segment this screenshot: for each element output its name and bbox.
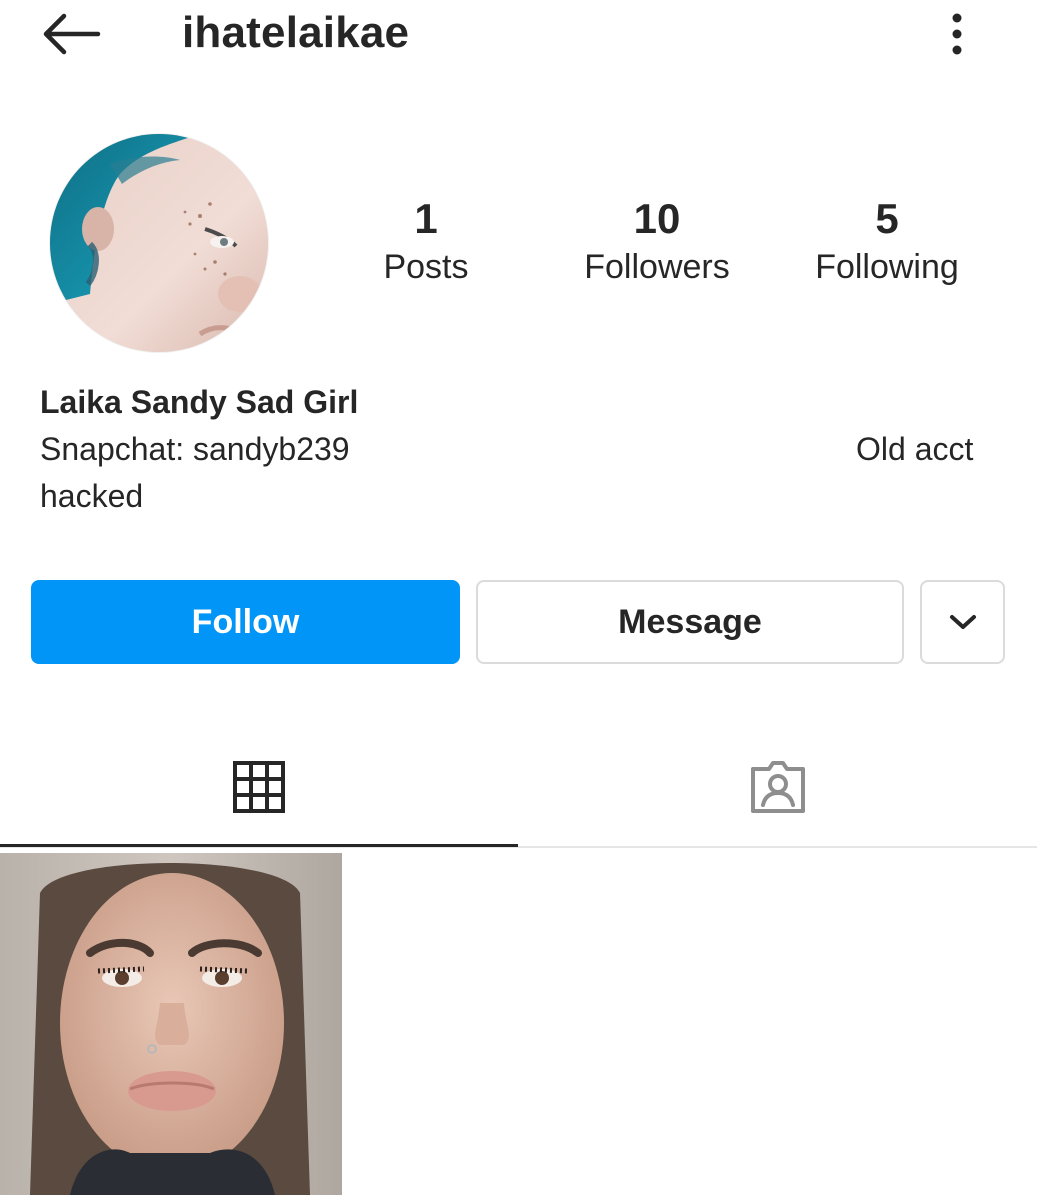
followers-label: Followers bbox=[584, 248, 730, 286]
followers-count: 10 bbox=[633, 195, 681, 242]
tagged-person-icon bbox=[751, 761, 805, 813]
arrow-left-icon bbox=[43, 13, 101, 55]
top-bar: ihatelaikae bbox=[0, 0, 1037, 72]
following-count: 5 bbox=[875, 195, 899, 242]
bio-snapchat: Snapchat: sandyb239 bbox=[40, 431, 350, 467]
following-label: Following bbox=[815, 248, 959, 286]
tab-tagged[interactable] bbox=[519, 728, 1037, 846]
posts-label: Posts bbox=[383, 248, 469, 286]
chevron-down-icon bbox=[949, 615, 976, 629]
posts-count: 1 bbox=[414, 195, 438, 242]
following-stat[interactable]: 5 Following bbox=[787, 192, 987, 288]
follow-button[interactable]: Follow bbox=[31, 580, 460, 664]
active-tab-indicator bbox=[0, 844, 518, 847]
tab-posts-grid[interactable] bbox=[0, 728, 518, 846]
avatar-photo bbox=[50, 134, 268, 352]
post-thumbnail[interactable] bbox=[0, 853, 342, 1195]
message-button[interactable]: Message bbox=[476, 580, 904, 664]
profile-username: ihatelaikae bbox=[182, 8, 410, 57]
more-options-button[interactable] bbox=[930, 6, 984, 62]
followers-stat[interactable]: 10 Followers bbox=[557, 192, 757, 288]
profile-avatar[interactable] bbox=[50, 134, 268, 352]
suggested-accounts-button[interactable] bbox=[920, 580, 1005, 664]
bio-hacked: hacked bbox=[40, 478, 144, 514]
post-photo bbox=[0, 853, 342, 1195]
bio-old-acct: Old acct bbox=[856, 431, 974, 467]
grid-icon bbox=[233, 761, 285, 813]
posts-stat[interactable]: 1 Posts bbox=[326, 192, 526, 288]
more-vertical-icon bbox=[952, 13, 962, 55]
back-button[interactable] bbox=[36, 8, 106, 60]
profile-display-name: Laika Sandy Sad Girl bbox=[40, 384, 359, 420]
